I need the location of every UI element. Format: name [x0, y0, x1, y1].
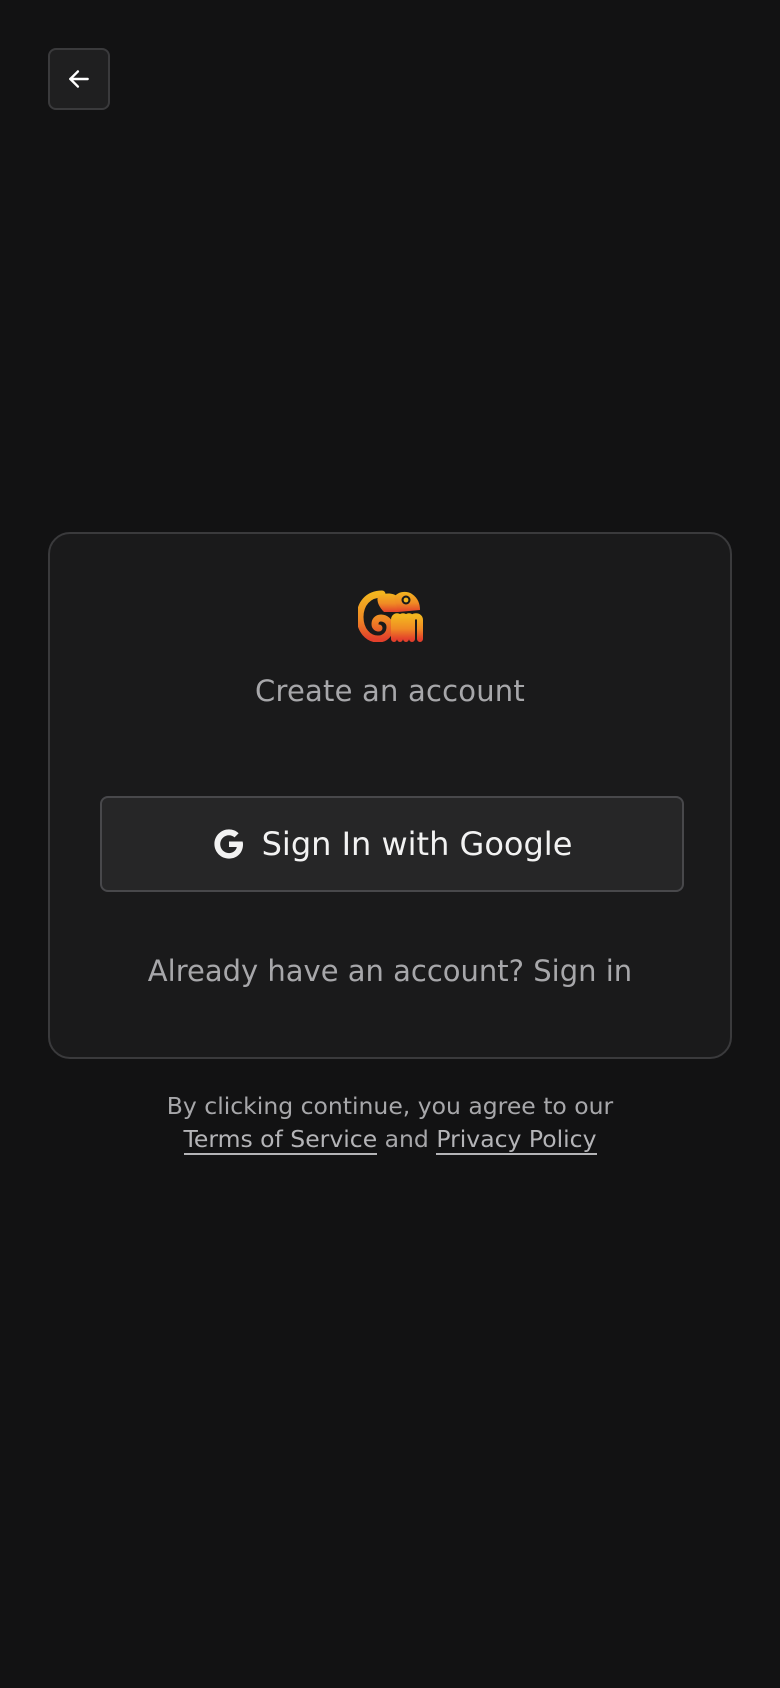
signup-card: Create an account Sign In with Google Al…	[48, 532, 732, 1059]
chameleon-logo	[358, 590, 423, 642]
card-title: Create an account	[255, 674, 525, 708]
auth-page: Create an account Sign In with Google Al…	[0, 0, 780, 1688]
legal-conjunction: and	[384, 1125, 429, 1153]
legal-prefix: By clicking continue, you agree to our	[166, 1092, 614, 1120]
arrow-left-icon	[69, 70, 89, 88]
back-button[interactable]	[48, 48, 110, 110]
google-signin-button[interactable]: Sign In with Google	[100, 796, 684, 892]
legal-notice: By clicking continue, you agree to our T…	[0, 1090, 780, 1156]
privacy-policy-link[interactable]: Privacy Policy	[436, 1125, 597, 1155]
signin-link[interactable]: Sign in	[533, 954, 632, 988]
google-button-label: Sign In with Google	[261, 825, 573, 863]
signin-prompt-text: Already have an account?	[147, 954, 525, 988]
google-g-icon	[214, 829, 243, 859]
signin-prompt: Already have an account? Sign in	[50, 954, 730, 988]
terms-of-service-link[interactable]: Terms of Service	[183, 1125, 378, 1155]
